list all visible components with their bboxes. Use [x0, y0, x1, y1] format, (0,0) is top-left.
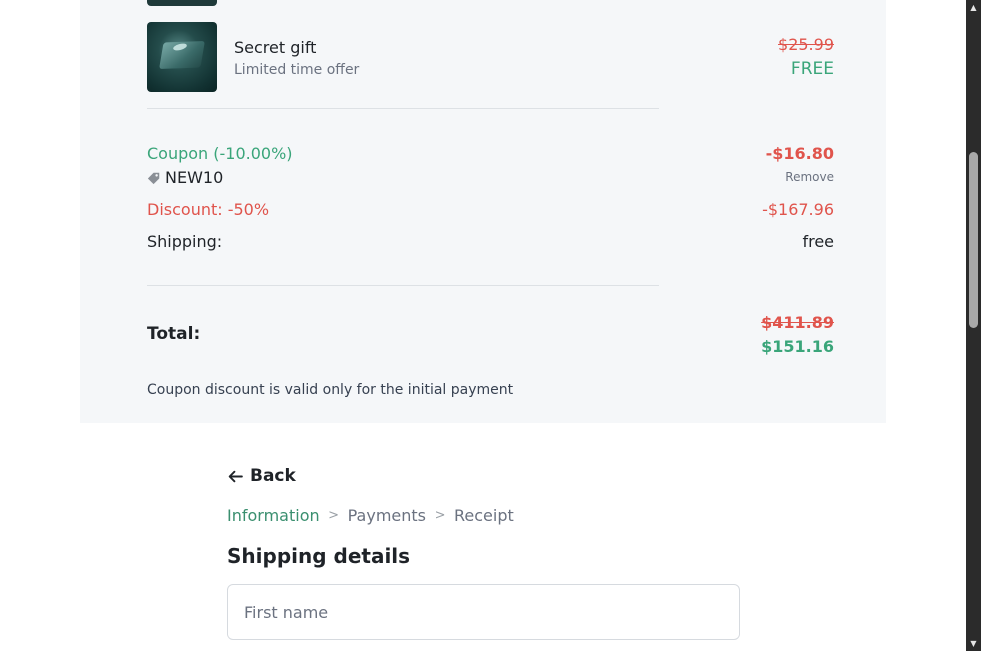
back-link[interactable]: Back	[227, 466, 296, 486]
item-price: FREE	[790, 59, 834, 79]
breadcrumb: Information > Payments > Receipt	[227, 506, 514, 525]
coupon-code-row: NEW10	[147, 168, 223, 187]
coupon-code: NEW10	[165, 168, 224, 187]
scrollbar-thumb[interactable]	[969, 152, 978, 328]
total-label: Total:	[147, 324, 201, 344]
scroll-down-icon[interactable]: ▼	[966, 636, 981, 651]
back-label: Back	[250, 466, 296, 486]
item-name: Secret gift	[234, 38, 317, 57]
item-thumbnail	[147, 22, 217, 92]
divider	[147, 285, 659, 286]
shipping-value: free	[802, 232, 834, 251]
item-subtitle: Limited time offer	[234, 62, 360, 78]
item-original-price: $25.99	[778, 35, 834, 54]
previous-item-thumbnail	[147, 0, 217, 6]
breadcrumb-payments[interactable]: Payments	[348, 506, 426, 525]
shipping-label: Shipping:	[147, 232, 223, 251]
chevron-right-icon: >	[328, 508, 340, 523]
chevron-right-icon: >	[434, 508, 446, 523]
coupon-note: Coupon discount is valid only for the in…	[147, 382, 514, 398]
remove-coupon-link[interactable]: Remove	[785, 170, 834, 184]
arrow-left-icon	[228, 470, 243, 482]
discount-label: Discount: -50%	[147, 200, 270, 219]
first-name-field[interactable]	[227, 584, 740, 640]
section-title: Shipping details	[227, 544, 411, 568]
total-original-price: $411.89	[761, 313, 834, 332]
coupon-amount: -$16.80	[765, 144, 834, 163]
tag-icon	[147, 172, 160, 184]
discount-amount: -$167.96	[762, 200, 834, 219]
coupon-label: Coupon (-10.00%)	[147, 144, 293, 163]
breadcrumb-information[interactable]: Information	[227, 506, 320, 525]
divider	[147, 108, 659, 109]
scrollbar[interactable]: ▲ ▼	[966, 0, 981, 651]
total-price: $151.16	[761, 337, 834, 356]
breadcrumb-receipt[interactable]: Receipt	[454, 506, 514, 525]
scroll-up-icon[interactable]: ▲	[966, 0, 981, 15]
